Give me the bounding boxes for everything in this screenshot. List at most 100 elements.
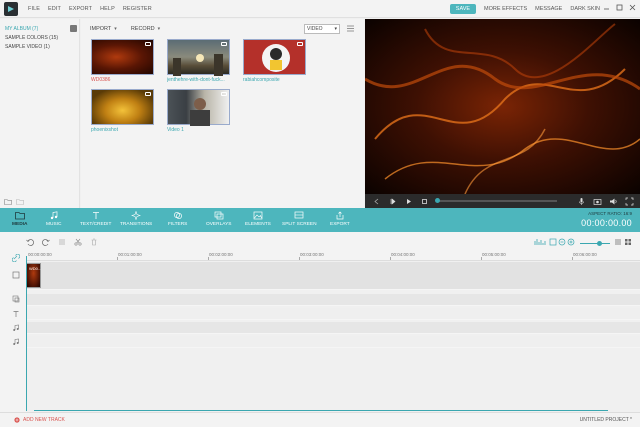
album-my-album[interactable]: MY ALBUM (7) bbox=[0, 24, 79, 33]
media-thumbnail[interactable] bbox=[167, 39, 230, 76]
ruler-tick bbox=[390, 257, 391, 260]
media-thumbnail[interactable] bbox=[243, 39, 306, 75]
adjust-icon[interactable] bbox=[58, 238, 66, 246]
play-icon[interactable] bbox=[404, 197, 413, 206]
zoom-in-icon[interactable] bbox=[567, 238, 575, 246]
tool-filters[interactable]: FILTERS bbox=[168, 211, 187, 227]
tool-text-credit[interactable]: TEXT/CREDIT bbox=[80, 211, 111, 227]
editor-window: FILE EDIT EXPORT HELP REGISTER SAVE MORE… bbox=[0, 0, 640, 427]
scrubber-handle[interactable] bbox=[435, 198, 440, 203]
menu-left: FILE EDIT EXPORT HELP REGISTER bbox=[20, 6, 152, 12]
tool-elements[interactable]: ELEMENTS bbox=[245, 211, 271, 227]
pip-track-icon bbox=[12, 295, 20, 303]
media-thumbnail[interactable] bbox=[91, 39, 154, 75]
snapshot-icon[interactable] bbox=[593, 197, 602, 206]
tool-export[interactable]: EXPORT bbox=[330, 211, 350, 227]
ruler-tick bbox=[117, 257, 118, 260]
close-icon[interactable] bbox=[629, 4, 636, 11]
video-badge-icon bbox=[145, 92, 151, 96]
grid-view-icon[interactable] bbox=[624, 238, 632, 246]
media-type-select[interactable]: VIDEO ▾ bbox=[304, 24, 340, 34]
album-sample-colors[interactable]: SAMPLE COLORS (15) bbox=[0, 33, 79, 42]
status-bar: ADD NEW TRACK UNTITLED PROJECT * bbox=[0, 412, 640, 427]
media-thumbnail[interactable] bbox=[91, 89, 154, 125]
video-track[interactable]: WD0... bbox=[26, 262, 640, 290]
thumbnail-avatar bbox=[262, 44, 290, 72]
ruler-label: 00:03:00:00 bbox=[300, 252, 324, 257]
album-sample-video[interactable]: SAMPLE VIDEO (1) bbox=[0, 42, 79, 51]
menu-file[interactable]: FILE bbox=[28, 6, 40, 12]
media-thumbnail[interactable] bbox=[167, 89, 230, 126]
message-link[interactable]: MESSAGE bbox=[535, 6, 562, 12]
tool-split-screen[interactable]: SPLIT SCREEN bbox=[282, 211, 317, 227]
tool-transitions[interactable]: TRANSITIONS bbox=[120, 211, 152, 227]
zoom-slider[interactable] bbox=[580, 241, 610, 246]
playhead[interactable] bbox=[26, 256, 27, 411]
collapse-panel-icon[interactable] bbox=[70, 25, 77, 32]
fullscreen-icon[interactable] bbox=[625, 197, 634, 206]
music-track[interactable] bbox=[26, 336, 640, 348]
record-dropdown[interactable]: RECORD ▾ bbox=[131, 26, 160, 32]
step-frame-icon[interactable] bbox=[388, 197, 397, 206]
ruler-tick bbox=[208, 257, 209, 260]
tool-label: MEDIA bbox=[12, 222, 28, 227]
tool-label: OVERLAYS bbox=[206, 222, 232, 227]
tool-label: TEXT/CREDIT bbox=[80, 222, 112, 227]
dark-skin-link[interactable]: DARK SKIN bbox=[570, 6, 600, 12]
tool-overlays[interactable]: OVERLAYS bbox=[206, 211, 232, 227]
media-name: rabiahcomposite bbox=[243, 77, 280, 83]
timeline-scrollbar[interactable] bbox=[34, 410, 608, 411]
album-panel: MY ALBUM (7) SAMPLE COLORS (15) SAMPLE V… bbox=[0, 19, 80, 209]
project-name: UNTITLED PROJECT * bbox=[579, 417, 632, 423]
add-track-button[interactable]: ADD NEW TRACK bbox=[14, 417, 65, 423]
record-voiceover-icon[interactable] bbox=[549, 238, 557, 246]
maximize-icon[interactable] bbox=[616, 4, 623, 11]
tool-label: MUSIC bbox=[46, 222, 62, 227]
menu-edit[interactable]: EDIT bbox=[48, 6, 61, 12]
save-button[interactable]: SAVE bbox=[449, 4, 477, 14]
export-icon bbox=[336, 211, 344, 220]
audio-mixer-icon[interactable] bbox=[534, 238, 546, 246]
tool-label: EXPORT bbox=[330, 222, 350, 227]
stop-icon[interactable] bbox=[420, 197, 429, 206]
volume-icon[interactable] bbox=[609, 197, 618, 206]
delete-folder-icon[interactable] bbox=[16, 198, 24, 205]
microphone-icon[interactable] bbox=[577, 197, 586, 206]
cut-icon[interactable] bbox=[74, 238, 82, 246]
undo-icon[interactable] bbox=[26, 238, 34, 246]
pip-track[interactable] bbox=[26, 294, 640, 306]
minimize-icon[interactable] bbox=[603, 4, 610, 11]
delete-icon[interactable] bbox=[90, 238, 98, 246]
playback-scrubber[interactable] bbox=[435, 198, 557, 203]
menu-export[interactable]: EXPORT bbox=[69, 6, 92, 12]
tool-music[interactable]: MUSIC bbox=[46, 211, 61, 227]
ruler-label: 00:00:00:00 bbox=[28, 252, 52, 257]
track-list-icon[interactable] bbox=[614, 238, 622, 246]
music-track[interactable] bbox=[26, 322, 640, 334]
filters-icon bbox=[173, 212, 182, 219]
preview-player[interactable] bbox=[365, 19, 640, 194]
add-folder-icon[interactable] bbox=[4, 198, 12, 205]
list-view-icon[interactable] bbox=[347, 25, 354, 32]
tool-label: TRANSITIONS bbox=[120, 222, 153, 227]
ruler-tick bbox=[572, 257, 573, 260]
import-label: IMPORT bbox=[90, 26, 112, 32]
menu-register[interactable]: REGISTER bbox=[123, 6, 152, 12]
redo-icon[interactable] bbox=[42, 238, 50, 246]
menu-help[interactable]: HELP bbox=[100, 6, 115, 12]
link-icon[interactable] bbox=[12, 254, 20, 262]
skip-back-icon[interactable] bbox=[372, 197, 381, 206]
clip-label: WD0... bbox=[29, 266, 42, 271]
more-effects-link[interactable]: MORE EFFECTS bbox=[484, 6, 527, 12]
zoom-out-icon[interactable] bbox=[558, 238, 566, 246]
import-dropdown[interactable]: IMPORT ▾ bbox=[90, 26, 117, 32]
ruler-label: 00:04:00:00 bbox=[391, 252, 415, 257]
ruler-label: 00:06:00:00 bbox=[573, 252, 597, 257]
timeline-clip[interactable]: WD0... bbox=[26, 263, 41, 288]
zoom-slider-handle[interactable] bbox=[597, 241, 602, 246]
tool-label: FILTERS bbox=[168, 222, 188, 227]
timeline-ruler[interactable]: 00:00:00:00 00:01:00:00 00:02:00:00 00:0… bbox=[26, 252, 640, 261]
ruler-label: 00:05:00:00 bbox=[482, 252, 506, 257]
tool-media[interactable]: MEDIA bbox=[12, 211, 27, 227]
text-track[interactable] bbox=[26, 308, 640, 320]
